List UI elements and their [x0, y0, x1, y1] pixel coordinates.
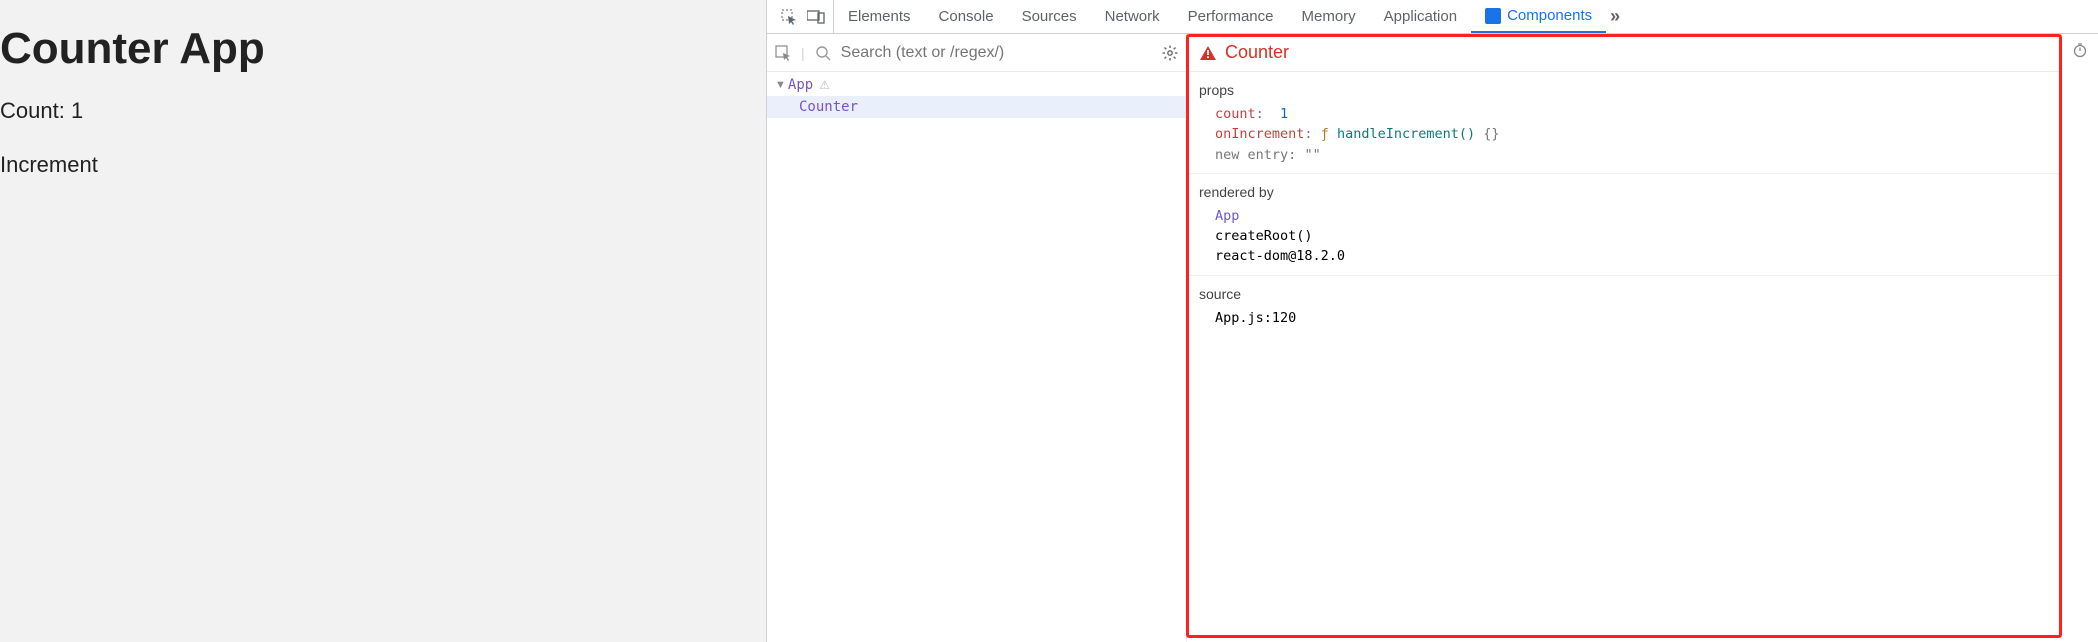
tree-toolbar: | [767, 34, 1186, 72]
timer-icon[interactable] [2072, 42, 2088, 58]
rendered-by-createroot: createRoot() [1199, 226, 2050, 246]
tab-console[interactable]: Console [925, 0, 1008, 33]
devtools-panel: Elements Console Sources Network Perform… [766, 0, 2098, 642]
tab-sources[interactable]: Sources [1008, 0, 1091, 33]
count-label: Count: [0, 98, 65, 123]
search-input[interactable] [841, 44, 1152, 62]
component-details-column: Counter props count: 1 onIncrement: ƒ ha… [1187, 34, 2062, 642]
section-rendered-by-label: rendered by [1199, 184, 2050, 200]
component-tree: ▼ App ⚠ Counter [767, 72, 1186, 642]
tree-node-app[interactable]: ▼ App ⚠ [767, 74, 1186, 96]
braces: {} [1483, 126, 1499, 142]
components-panel-body: | ▼ App ⚠ Counter [767, 34, 2098, 642]
warning-icon: ⚠ [819, 78, 830, 92]
tabs-overflow-button[interactable]: » [1606, 6, 1624, 27]
prop-row-newentry[interactable]: new entry: "" [1199, 145, 2050, 165]
settings-gear-icon[interactable] [1162, 45, 1178, 61]
prop-key: new entry [1215, 147, 1288, 163]
warning-icon [1199, 44, 1217, 62]
rendered-by-app-link[interactable]: App [1215, 208, 1239, 224]
react-logo-icon [1485, 8, 1501, 24]
tree-node-label: Counter [799, 99, 858, 115]
tab-performance[interactable]: Performance [1174, 0, 1288, 33]
section-props: props count: 1 onIncrement: ƒ handleIncr… [1187, 72, 2062, 174]
function-name: handleIncrement() [1337, 126, 1475, 142]
app-preview-pane: Counter App Count: 1 Increment [0, 0, 766, 642]
tree-node-label: App [788, 77, 813, 93]
section-source-label: source [1199, 286, 2050, 302]
inspect-element-icon[interactable] [781, 9, 797, 25]
prop-row-onincrement[interactable]: onIncrement: ƒ handleIncrement() {} [1199, 124, 2050, 144]
count-value: 1 [71, 98, 83, 123]
prop-key: count [1215, 106, 1256, 122]
tab-components[interactable]: Components [1471, 0, 1606, 33]
search-icon [815, 45, 831, 61]
details-header: Counter [1187, 34, 2062, 72]
select-element-icon[interactable] [775, 45, 791, 61]
section-source: source App.js:120 [1187, 276, 2062, 336]
caret-down-icon: ▼ [775, 79, 786, 91]
tab-application[interactable]: Application [1370, 0, 1471, 33]
tab-memory[interactable]: Memory [1288, 0, 1370, 33]
tree-node-counter[interactable]: Counter [767, 96, 1186, 118]
prop-key: onIncrement [1215, 126, 1304, 142]
prop-value: 1 [1280, 106, 1288, 122]
device-toolbar-icon[interactable] [807, 10, 825, 24]
section-rendered-by: rendered by App createRoot() react-dom@1… [1187, 174, 2062, 276]
prop-value: "" [1304, 147, 1320, 163]
section-props-label: props [1199, 82, 2050, 98]
tab-network[interactable]: Network [1091, 0, 1174, 33]
details-body: props count: 1 onIncrement: ƒ handleIncr… [1187, 72, 2062, 642]
devtools-tabstrip: Elements Console Sources Network Perform… [767, 0, 2098, 34]
tab-components-label: Components [1507, 7, 1592, 24]
rendered-by-reactdom: react-dom@18.2.0 [1199, 246, 2050, 266]
count-line: Count: 1 [0, 98, 766, 124]
details-title: Counter [1225, 42, 1289, 63]
tab-elements[interactable]: Elements [834, 0, 925, 33]
details-right-gutter [2062, 34, 2098, 642]
component-tree-column: | ▼ App ⚠ Counter [767, 34, 1187, 642]
increment-button[interactable]: Increment [0, 152, 766, 178]
source-file[interactable]: App.js:120 [1199, 308, 2050, 328]
app-title: Counter App [0, 24, 766, 74]
prop-row-count[interactable]: count: 1 [1199, 104, 2050, 124]
function-symbol: ƒ [1321, 126, 1329, 142]
